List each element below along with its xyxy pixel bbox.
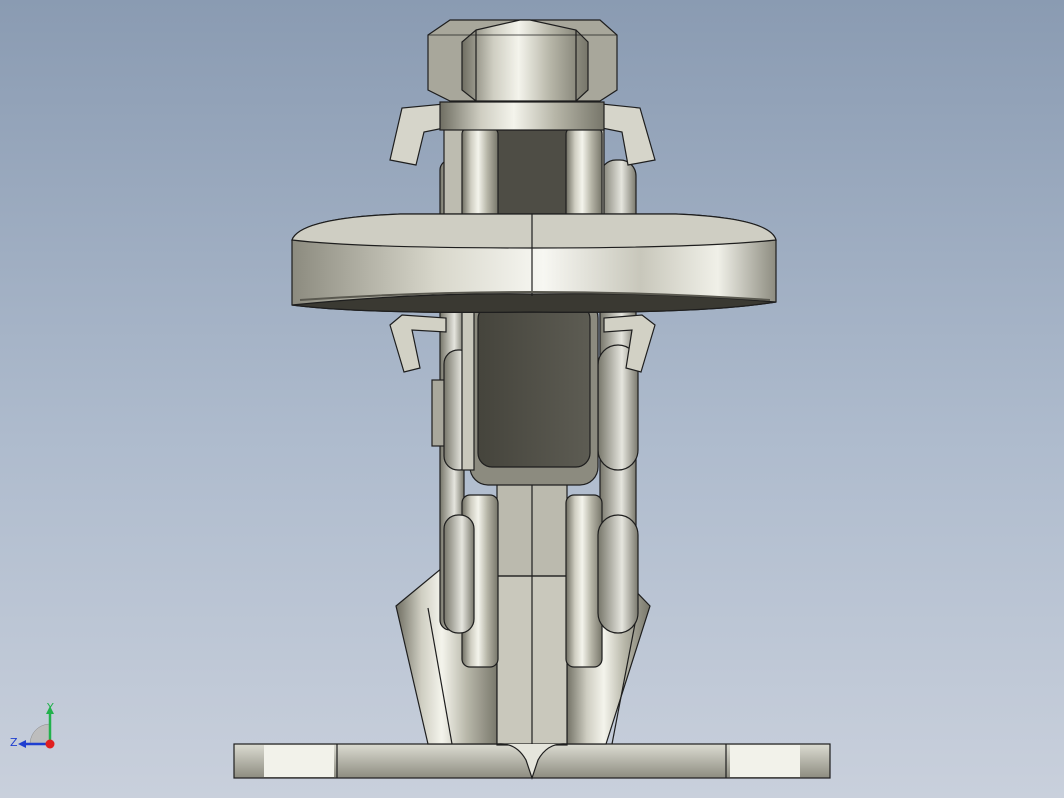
hex-nut [427, 19, 618, 102]
z-axis-label: Z [10, 736, 18, 749]
z-axis-arrow-icon [18, 740, 26, 748]
coordinate-triad: Y Z [10, 701, 55, 749]
y-axis-label: Y [46, 701, 54, 714]
lower-block [461, 299, 599, 486]
upper-link [443, 127, 605, 229]
disk-flange [291, 213, 777, 313]
washer [439, 101, 605, 131]
center-bracket [496, 479, 568, 780]
3d-viewport[interactable] [0, 0, 1064, 798]
x-axis-dot-icon [45, 739, 55, 749]
